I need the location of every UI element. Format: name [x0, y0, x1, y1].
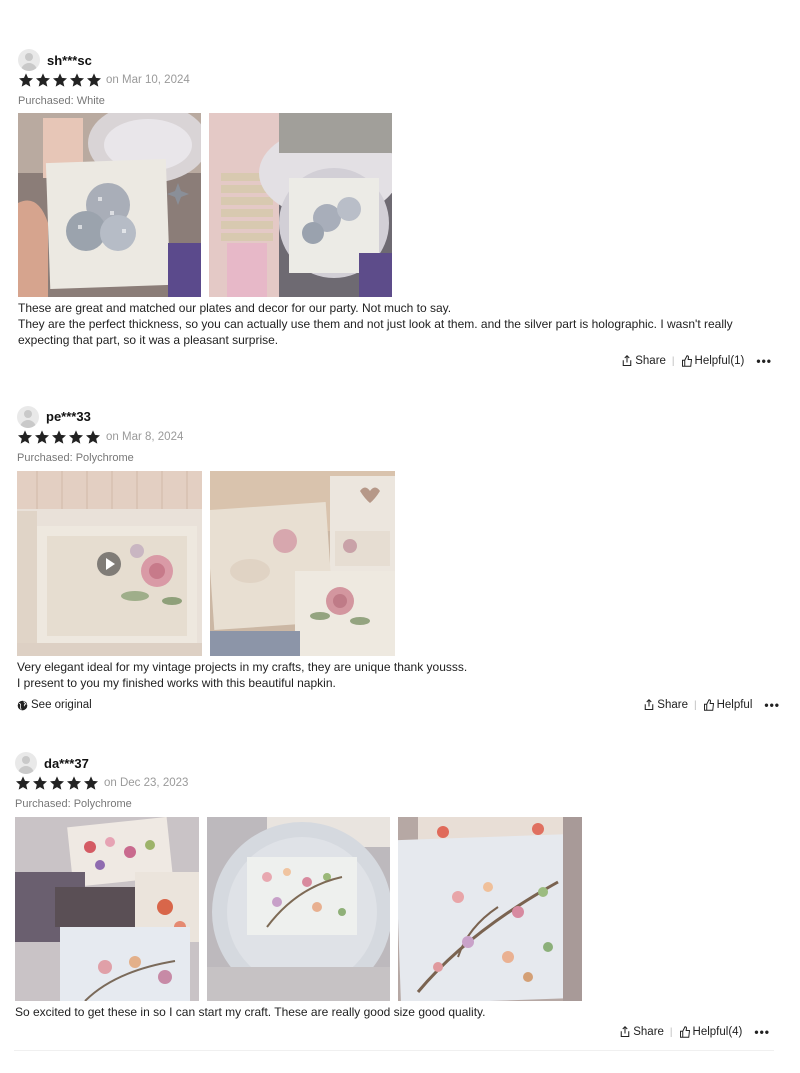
review-actions: Share | Helpful(1) ••• — [621, 354, 772, 368]
more-icon[interactable]: ••• — [756, 354, 772, 368]
helpful-button[interactable]: Helpful(4) — [679, 1026, 743, 1038]
star-icon — [53, 73, 67, 87]
see-original-link[interactable]: See original — [17, 699, 92, 711]
more-icon[interactable]: ••• — [754, 1025, 770, 1039]
star-icon — [50, 776, 64, 790]
review-text: These are great and matched our plates a… — [18, 300, 780, 348]
review-text-line: These are great and matched our plates a… — [18, 301, 452, 315]
share-icon — [622, 355, 632, 367]
star-icon — [52, 430, 66, 444]
star-icon — [19, 73, 33, 87]
star-icon — [70, 73, 84, 87]
avatar[interactable] — [18, 49, 40, 71]
username[interactable]: da***37 — [44, 756, 89, 771]
divider: | — [693, 699, 697, 711]
review-text-line: They are the perfect thickness, so you c… — [18, 317, 733, 347]
thumbs-up-icon — [681, 355, 692, 367]
review-photo[interactable] — [15, 817, 199, 1001]
star-icon — [67, 776, 81, 790]
share-button[interactable]: Share — [621, 355, 666, 367]
star-icon — [16, 776, 30, 790]
globe-icon — [17, 700, 28, 710]
review-text: So excited to get these in so I can star… — [15, 1004, 777, 1020]
purchased-variant: Purchased: Polychrome — [17, 452, 134, 464]
review-date: on Mar 10, 2024 — [106, 74, 190, 86]
play-icon[interactable] — [97, 552, 121, 576]
review-actions: Share | Helpful ••• — [643, 698, 780, 712]
star-icon — [84, 776, 98, 790]
purchased-variant: Purchased: White — [18, 95, 105, 107]
username[interactable]: sh***sc — [47, 53, 92, 68]
section-divider — [14, 1050, 774, 1051]
review-date: on Mar 8, 2024 — [106, 431, 184, 443]
share-label: Share — [633, 1026, 664, 1038]
share-label: Share — [635, 355, 666, 367]
review-photo[interactable] — [18, 113, 201, 297]
username[interactable]: pe***33 — [46, 409, 91, 424]
share-icon — [620, 1026, 630, 1038]
review-actions: Share | Helpful(4) ••• — [619, 1025, 770, 1039]
review-photo[interactable] — [207, 817, 390, 1001]
see-original-label: See original — [31, 699, 92, 711]
star-icon — [18, 430, 32, 444]
thumbs-up-icon — [703, 699, 714, 711]
star-icon — [33, 776, 47, 790]
share-label: Share — [657, 699, 688, 711]
share-icon — [645, 699, 654, 711]
review-photo[interactable] — [209, 113, 392, 297]
star-icon — [69, 430, 83, 444]
review-text: Very elegant ideal for my vintage projec… — [17, 659, 779, 691]
thumbs-up-icon — [679, 1026, 690, 1038]
helpful-button[interactable]: Helpful(1) — [681, 355, 745, 367]
review-video[interactable] — [17, 471, 202, 656]
star-icon — [35, 430, 49, 444]
star-icon — [36, 73, 50, 87]
review-photo[interactable] — [210, 471, 395, 656]
divider: | — [671, 355, 675, 367]
avatar[interactable] — [17, 406, 39, 428]
star-icon — [86, 430, 100, 444]
review-date: on Dec 23, 2023 — [104, 777, 189, 789]
star-rating — [17, 429, 102, 445]
helpful-label: Helpful(4) — [692, 1026, 743, 1038]
helpful-label: Helpful(1) — [694, 355, 745, 367]
review-text-line: I present to you my finished works with … — [17, 676, 336, 690]
more-icon[interactable]: ••• — [764, 698, 780, 712]
helpful-button[interactable]: Helpful — [703, 699, 753, 711]
review-text-line: So excited to get these in so I can star… — [15, 1005, 486, 1019]
review-text-line: Very elegant ideal for my vintage projec… — [17, 660, 468, 674]
star-rating — [18, 72, 103, 88]
share-button[interactable]: Share — [619, 1026, 664, 1038]
divider: | — [669, 1026, 673, 1038]
review-photo[interactable] — [398, 817, 582, 1001]
share-button[interactable]: Share — [643, 699, 688, 711]
helpful-label: Helpful — [716, 699, 753, 711]
star-rating — [15, 775, 100, 791]
star-icon — [87, 73, 101, 87]
purchased-variant: Purchased: Polychrome — [15, 798, 132, 810]
avatar[interactable] — [15, 752, 37, 774]
